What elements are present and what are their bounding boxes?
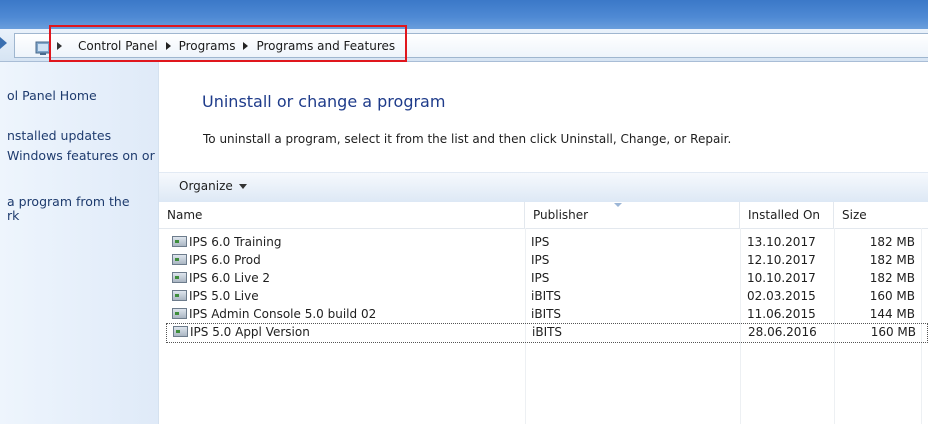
program-name-cell: IPS 6.0 Training xyxy=(172,235,281,249)
program-name: IPS 6.0 Prod xyxy=(189,253,261,267)
sort-arrow-icon xyxy=(614,203,622,207)
installed-on-cell: 02.03.2015 xyxy=(747,289,816,303)
program-icon xyxy=(172,290,187,301)
column-header-installed-on[interactable]: Installed On xyxy=(740,202,834,228)
installed-on-cell: 13.10.2017 xyxy=(747,235,816,249)
column-header-row: Name Publisher Installed On Size xyxy=(159,202,928,229)
program-name-cell: IPS 5.0 Appl Version xyxy=(173,325,310,339)
program-name: IPS 5.0 Live xyxy=(189,289,259,303)
program-name: IPS Admin Console 5.0 build 02 xyxy=(189,307,377,321)
size-cell: 160 MB xyxy=(869,289,915,303)
program-name: IPS 6.0 Live 2 xyxy=(189,271,271,285)
column-header-publisher[interactable]: Publisher xyxy=(525,202,740,228)
program-row[interactable]: IPS Admin Console 5.0 build 02 iBITS 11.… xyxy=(166,306,928,324)
left-task-pane: ol Panel Home nstalled updates Windows f… xyxy=(0,62,159,424)
program-name: IPS 6.0 Training xyxy=(189,235,282,249)
program-row[interactable]: IPS 6.0 Prod IPS 12.10.2017 182 MB xyxy=(166,252,928,270)
program-name-cell: IPS 6.0 Prod xyxy=(172,253,261,267)
organize-button[interactable]: Organize xyxy=(179,179,247,193)
size-cell: 160 MB xyxy=(870,325,916,339)
program-row[interactable]: IPS 6.0 Live 2 IPS 10.10.2017 182 MB xyxy=(166,270,928,288)
installed-on-cell: 11.06.2015 xyxy=(747,307,816,321)
control-panel-home-link[interactable]: ol Panel Home xyxy=(7,86,97,105)
publisher-cell: IPS xyxy=(531,253,550,267)
column-header-name[interactable]: Name xyxy=(159,202,525,228)
program-icon xyxy=(172,254,187,265)
view-installed-updates-link[interactable]: nstalled updates xyxy=(7,126,111,145)
program-row[interactable]: IPS 5.0 Live iBITS 02.03.2015 160 MB xyxy=(166,288,928,306)
size-cell: 182 MB xyxy=(869,235,915,249)
program-name-cell: IPS Admin Console 5.0 build 02 xyxy=(172,307,376,321)
organize-label: Organize xyxy=(179,179,233,193)
program-name: IPS 5.0 Appl Version xyxy=(190,325,310,339)
program-name-cell: IPS 6.0 Live 2 xyxy=(172,271,270,285)
program-row-focused[interactable]: IPS 5.0 Appl Version iBITS 28.06.2016 16… xyxy=(166,323,928,343)
publisher-cell: IPS xyxy=(531,235,550,249)
publisher-cell: iBITS xyxy=(531,307,562,321)
installed-on-cell: 10.10.2017 xyxy=(747,271,816,285)
program-icon xyxy=(172,308,187,319)
install-from-network-link[interactable]: a program from the xyxy=(7,192,130,211)
page-title: Uninstall or change a program xyxy=(202,92,446,111)
size-cell: 182 MB xyxy=(869,253,915,267)
installed-on-cell: 12.10.2017 xyxy=(747,253,816,267)
breadcrumb-highlight-box xyxy=(49,25,407,62)
column-header-size[interactable]: Size xyxy=(834,202,928,228)
command-toolbar: Organize xyxy=(159,172,928,203)
program-icon xyxy=(173,326,188,337)
publisher-cell: IPS xyxy=(531,271,550,285)
installed-on-cell: 28.06.2016 xyxy=(748,325,817,339)
turn-windows-features-link[interactable]: Windows features on or xyxy=(7,146,155,165)
publisher-cell: iBITS xyxy=(532,325,563,339)
page-subtitle: To uninstall a program, select it from t… xyxy=(203,132,732,146)
program-icon xyxy=(172,272,187,283)
back-arrow-icon[interactable] xyxy=(0,37,7,49)
program-name-cell: IPS 5.0 Live xyxy=(172,289,259,303)
program-row[interactable]: IPS 6.0 Training IPS 13.10.2017 182 MB xyxy=(166,234,928,252)
size-cell: 144 MB xyxy=(869,307,915,321)
publisher-cell: iBITS xyxy=(531,289,562,303)
program-icon xyxy=(172,236,187,247)
install-from-network-link-line2[interactable]: rk xyxy=(7,206,19,225)
chevron-down-icon xyxy=(238,184,247,189)
size-cell: 182 MB xyxy=(869,271,915,285)
column-header-publisher-label: Publisher xyxy=(533,208,589,222)
